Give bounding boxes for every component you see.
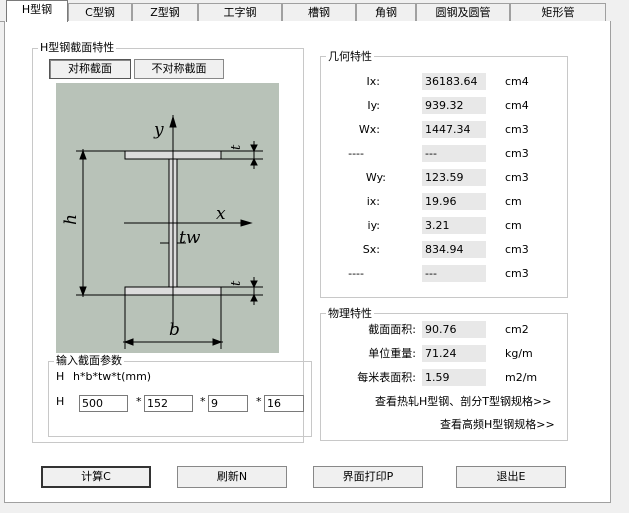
tab-round[interactable]: 圆钢及圆管 bbox=[416, 3, 510, 21]
x-axis-label: x bbox=[216, 204, 226, 224]
input-formula: h*b*tw*t(mm) bbox=[73, 370, 152, 383]
radius-y-unit: cm bbox=[505, 219, 522, 232]
input-row-label: H bbox=[56, 395, 65, 408]
hot-rolled-spec-link[interactable]: 查看热轧H型钢、剖分T型钢规格>> bbox=[375, 395, 551, 409]
iy-unit: cm4 bbox=[505, 99, 529, 112]
wy-label: Wy: bbox=[365, 171, 386, 184]
radius-x-unit: cm bbox=[505, 195, 522, 208]
weight-unit: kg/m bbox=[505, 347, 533, 360]
window-edge bbox=[611, 0, 629, 513]
weight-label: 单位重量: bbox=[368, 347, 416, 360]
tab-channel[interactable]: 槽钢 bbox=[282, 3, 356, 21]
area-label: 截面面积: bbox=[368, 323, 416, 336]
surface-value: 1.59 bbox=[422, 369, 486, 386]
surface-unit: m2/m bbox=[505, 371, 538, 384]
high-frequency-spec-link[interactable]: 查看高频H型钢规格>> bbox=[440, 418, 555, 432]
radius-y-value: 3.21 bbox=[422, 217, 486, 234]
blank-label-2: ---- bbox=[348, 267, 364, 280]
tw-label: tw bbox=[179, 228, 201, 248]
surface-label: 每米表面积: bbox=[357, 371, 416, 384]
weight-value: 71.24 bbox=[422, 345, 486, 362]
b-input[interactable] bbox=[144, 395, 193, 412]
h-input[interactable] bbox=[79, 395, 128, 412]
y-axis-arrow bbox=[169, 115, 177, 128]
h-arrow-top bbox=[79, 149, 87, 160]
physical-title: 物理特性 bbox=[326, 307, 374, 320]
ix-value: 36183.64 bbox=[422, 73, 486, 90]
tab-c-steel[interactable]: C型钢 bbox=[68, 3, 132, 21]
wy-unit: cm3 bbox=[505, 171, 529, 184]
blank-unit-1: cm3 bbox=[505, 147, 529, 160]
y-axis-label: y bbox=[153, 120, 164, 140]
wy-value: 123.59 bbox=[422, 169, 486, 186]
sx-value: 834.94 bbox=[422, 241, 486, 258]
b-label: b bbox=[169, 320, 180, 340]
wx-label: Wx: bbox=[358, 123, 380, 136]
radius-y-label: iy: bbox=[367, 219, 380, 232]
ix-label: Ix: bbox=[366, 75, 380, 88]
ix-unit: cm4 bbox=[505, 75, 529, 88]
separator-3: * bbox=[256, 395, 262, 408]
t-input[interactable] bbox=[264, 395, 304, 412]
t-top-arrow2 bbox=[250, 157, 258, 166]
exit-button[interactable]: 退出E bbox=[456, 466, 566, 488]
tw-input[interactable] bbox=[208, 395, 248, 412]
h-section-diagram: y x tw h b t t bbox=[56, 83, 279, 353]
tab-i-beam[interactable]: 工字钢 bbox=[198, 3, 282, 21]
tab-rect-tube[interactable]: 矩形管 bbox=[510, 3, 606, 21]
wx-value: 1447.34 bbox=[422, 121, 486, 138]
blank-label-1: ---- bbox=[348, 147, 364, 160]
tab-z-steel[interactable]: Z型钢 bbox=[132, 3, 198, 21]
geometry-title: 几何特性 bbox=[326, 50, 374, 63]
b-arrow-left bbox=[123, 338, 134, 346]
calculate-button[interactable]: 计算C bbox=[41, 466, 151, 488]
refresh-button[interactable]: 刷新N bbox=[177, 466, 287, 488]
h-section-svg: y x tw h b t t bbox=[61, 115, 263, 349]
t-bot-arrow1 bbox=[250, 280, 258, 289]
tab-strip: H型钢 C型钢 Z型钢 工字钢 槽钢 角钢 圆钢及圆管 矩形管 bbox=[0, 0, 629, 22]
wx-unit: cm3 bbox=[505, 123, 529, 136]
separator-2: * bbox=[200, 395, 206, 408]
asymmetric-section-button[interactable]: 不对称截面 bbox=[134, 59, 224, 79]
input-title: 输入截面参数 bbox=[54, 354, 124, 367]
area-value: 90.76 bbox=[422, 321, 486, 338]
b-arrow-right bbox=[212, 338, 223, 346]
input-prefix: H bbox=[56, 370, 65, 383]
h-label: h bbox=[61, 214, 81, 225]
separator-1: * bbox=[136, 395, 142, 408]
radius-x-value: 19.96 bbox=[422, 193, 486, 210]
x-axis-arrow bbox=[240, 219, 253, 227]
tab-h-steel[interactable]: H型钢 bbox=[6, 0, 68, 22]
iy-value: 939.32 bbox=[422, 97, 486, 114]
symmetric-section-button[interactable]: 对称截面 bbox=[49, 59, 131, 79]
print-screen-button[interactable]: 界面打印P bbox=[313, 466, 423, 488]
area-unit: cm2 bbox=[505, 323, 529, 336]
t-bottom-label: t bbox=[229, 280, 244, 286]
section-title: H型钢截面特性 bbox=[38, 41, 117, 54]
t-top-label: t bbox=[229, 144, 244, 150]
sx-label: Sx: bbox=[362, 243, 380, 256]
sx-unit: cm3 bbox=[505, 243, 529, 256]
t-top-arrow1 bbox=[250, 144, 258, 153]
blank-value-1: --- bbox=[422, 145, 486, 162]
blank-unit-2: cm3 bbox=[505, 267, 529, 280]
h-arrow-bottom bbox=[79, 286, 87, 297]
iy-label: Iy: bbox=[367, 99, 380, 112]
blank-value-2: --- bbox=[422, 265, 486, 282]
radius-x-label: ix: bbox=[366, 195, 380, 208]
tab-angle[interactable]: 角钢 bbox=[356, 3, 416, 21]
t-bot-arrow2 bbox=[250, 293, 258, 302]
